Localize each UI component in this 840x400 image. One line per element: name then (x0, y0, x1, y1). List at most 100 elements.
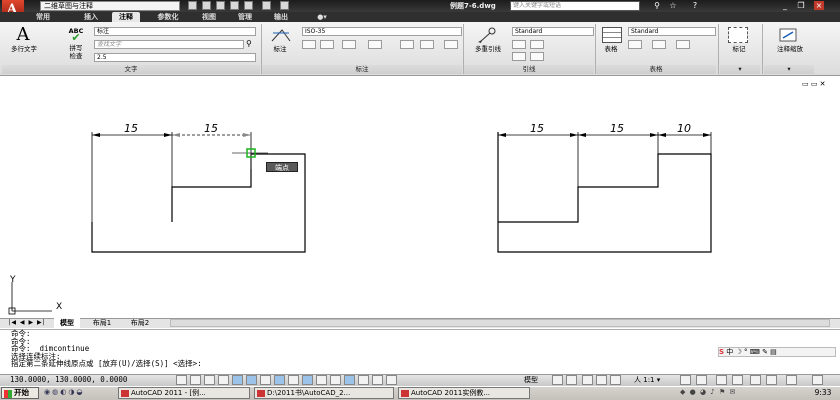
dimension-text[interactable]: 10 (673, 122, 695, 135)
isolate-objects-icon[interactable] (766, 375, 777, 385)
annotation-monitor-toggle[interactable] (358, 375, 369, 385)
table-download-icon[interactable] (676, 40, 690, 49)
toolbar-lock-icon[interactable] (732, 375, 743, 385)
dimension-button[interactable]: 标注 (264, 45, 296, 53)
sel-filter-toggle[interactable] (386, 375, 397, 385)
subscription-icon[interactable]: ☆ (668, 1, 678, 10)
linear-dimension-icon[interactable] (270, 27, 292, 43)
undo-icon[interactable] (244, 1, 253, 10)
horizontal-scrollbar[interactable] (170, 319, 830, 327)
tab-parametric[interactable]: 参数化 (150, 12, 186, 22)
dimension-style-combo[interactable]: ISO-35 (302, 27, 462, 36)
collect-leader-icon[interactable] (530, 52, 544, 61)
find-replace-icon[interactable]: ⚲ (246, 39, 256, 49)
search-input[interactable]: 键入关键字或短语 (510, 1, 640, 11)
infer-constraints-toggle[interactable] (176, 375, 187, 385)
ime-mode-label[interactable]: 中 (726, 348, 733, 356)
ortho-mode-toggle[interactable] (218, 375, 229, 385)
tab-insert[interactable]: 插入 (78, 12, 104, 22)
redo-icon[interactable] (262, 1, 271, 10)
dimension-panel-label[interactable]: 标注 (262, 65, 462, 74)
quick-properties-toggle[interactable] (372, 375, 383, 385)
restore-button[interactable]: ❐ (796, 1, 806, 10)
dim-break-icon[interactable] (320, 40, 334, 49)
dimension-text[interactable]: 15 (526, 122, 548, 135)
quick-view-drawings-icon[interactable] (566, 375, 577, 385)
close-button[interactable]: × (814, 1, 824, 10)
remove-leader-icon[interactable] (512, 52, 526, 61)
dim-tolerance-icon[interactable] (400, 40, 414, 49)
ucs-toggle[interactable] (288, 375, 299, 385)
object-snap-toggle[interactable] (246, 375, 257, 385)
annotation-scale-icon[interactable] (778, 27, 798, 43)
plot-icon[interactable] (280, 1, 289, 10)
table-icon[interactable] (602, 27, 622, 43)
dim-linear-icon[interactable] (302, 40, 316, 49)
text-style-combo[interactable]: 标注 (94, 27, 256, 36)
object-snap-tracking-toggle[interactable] (274, 375, 285, 385)
hardware-acceleration-icon[interactable] (750, 375, 761, 385)
help-icon[interactable]: ? (690, 1, 700, 10)
workspace-switcher[interactable]: 二维草图与注释 (40, 1, 180, 11)
scale-panel-label[interactable]: ▾ (764, 65, 814, 74)
annotation-visibility-icon[interactable] (680, 375, 691, 385)
snap-mode-toggle[interactable] (190, 375, 201, 385)
table-extract-icon[interactable] (652, 40, 666, 49)
clean-screen-icon[interactable] (812, 375, 823, 385)
annotation-scaling-button[interactable]: 注释缩放 (766, 45, 814, 53)
save-icon[interactable] (216, 1, 225, 10)
table-link-icon[interactable] (628, 40, 642, 49)
dim-center-icon[interactable] (420, 40, 434, 49)
table-panel-label[interactable]: 表格 (596, 65, 716, 74)
text-height-combo[interactable]: 2.5 (94, 53, 256, 62)
tab-view[interactable]: 视图 (196, 12, 222, 22)
leader-panel-label[interactable]: 引线 (464, 65, 594, 74)
workspace-switching-icon[interactable] (716, 375, 727, 385)
table-button[interactable]: 表格 (596, 45, 626, 53)
markup-button[interactable]: 标记 (724, 45, 754, 53)
check-spelling-icon[interactable]: ✔ (66, 32, 86, 43)
table-style-combo[interactable]: Standard (628, 27, 716, 36)
taskbar-window-autocad[interactable]: AutoCAD 2011 - [例... (118, 387, 250, 399)
coordinate-readout[interactable]: 130.0000, 130.0000, 0.0000 (10, 375, 150, 385)
dynamic-input-toggle[interactable] (302, 375, 313, 385)
tab-annotate[interactable]: 注释 (112, 12, 140, 22)
dimension-text[interactable]: 15 (120, 122, 142, 135)
quick-launch-icons[interactable]: ◉◍◐◑◒ (44, 388, 114, 398)
multileader-style-combo[interactable]: Standard (512, 27, 594, 36)
tab-layout2[interactable]: 布局2 (122, 318, 158, 328)
binoculars-icon[interactable]: ⚲ (652, 1, 662, 10)
taskbar-window-folder[interactable]: D:\2011书\AutoCAD_2... (254, 387, 394, 399)
status-menu-icon[interactable] (786, 375, 797, 385)
markup-icon[interactable] (728, 27, 748, 43)
start-button[interactable]: 开始 (1, 387, 39, 399)
ime-toolbar[interactable]: S 中 ☽ ° ⌨ ✎ ▤ (718, 347, 836, 357)
quick-view-layouts-icon[interactable] (552, 375, 563, 385)
layout-nav-arrows[interactable]: |◀ ◀ ▶ ▶| (2, 318, 52, 328)
command-window[interactable]: 命令: 命令: 命令: _dimcontinue 选择连续标注: 指定第二条延伸… (0, 329, 840, 374)
spell-check-label-2[interactable]: 检查 (62, 52, 90, 60)
find-text-input[interactable]: 查找文字 (94, 40, 244, 49)
command-prompt-line[interactable]: 指定第二条延伸线原点或 [放弃(U)/选择(S)] <选择>: (11, 360, 840, 368)
tab-home[interactable]: 常用 (28, 12, 58, 22)
tab-layout1[interactable]: 布局1 (84, 318, 120, 328)
pan-icon[interactable] (582, 375, 593, 385)
multiline-text-icon[interactable]: A (10, 26, 36, 44)
dimension-text[interactable]: 15 (606, 122, 628, 135)
open-file-icon[interactable] (202, 1, 211, 10)
tab-model[interactable]: 模型 (54, 318, 80, 328)
grid-display-toggle[interactable] (204, 375, 215, 385)
lineweight-toggle[interactable] (316, 375, 327, 385)
selection-cycling-toggle[interactable] (344, 375, 355, 385)
taskbar-window-document[interactable]: AutoCAD 2011实例教... (398, 387, 530, 399)
sogou-icon[interactable]: S (719, 348, 724, 356)
dimension-text[interactable]: 15 (200, 122, 222, 135)
annotation-scale-readout[interactable]: 人 1:1 ▾ (634, 375, 674, 385)
align-leader-icon[interactable] (530, 40, 544, 49)
tab-manage[interactable]: 管理 (232, 12, 258, 22)
new-file-icon[interactable] (188, 1, 197, 10)
model-space-button[interactable]: 模型 (524, 375, 550, 385)
3d-osnap-toggle[interactable] (260, 375, 271, 385)
multiline-text-button[interactable]: 多行文字 (4, 45, 44, 53)
ribbon-minimize-icon[interactable]: ●▾ (312, 12, 332, 22)
